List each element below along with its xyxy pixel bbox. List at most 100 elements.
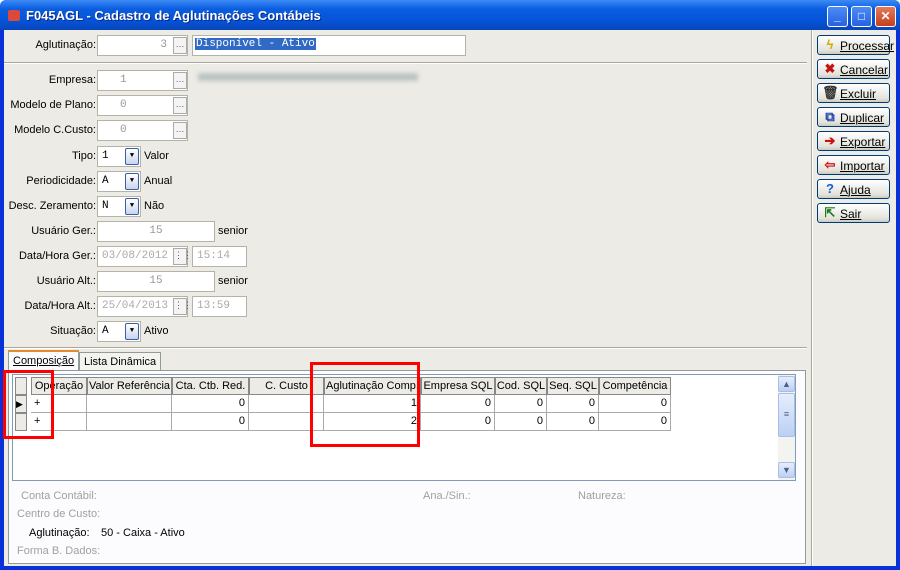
tab-label: Composição bbox=[13, 355, 75, 367]
situacao-text: Ativo bbox=[144, 325, 169, 337]
modelo-plano-lookup-button[interactable]: … bbox=[173, 97, 187, 114]
table-cell[interactable]: 0 bbox=[599, 413, 671, 431]
processar-button[interactable]: ϟ Processar bbox=[817, 35, 894, 55]
table-cell[interactable]: 0 bbox=[547, 413, 599, 431]
divider bbox=[4, 62, 807, 64]
data-hora-alt-label: Data/Hora Alt.: bbox=[24, 300, 96, 312]
usuario-ger-input[interactable]: 15 bbox=[97, 221, 215, 242]
divider bbox=[4, 347, 807, 349]
forma-dados-label: Forma B. Dados: bbox=[17, 545, 101, 557]
hora-alt-input[interactable]: 13:59 bbox=[192, 296, 247, 317]
tab-composicao[interactable]: Composição bbox=[8, 350, 80, 371]
help-icon: ? bbox=[826, 181, 834, 196]
import-icon: ⇦ bbox=[824, 157, 836, 172]
minimize-button[interactable]: _ bbox=[827, 6, 848, 27]
table-cell[interactable] bbox=[87, 413, 172, 431]
chevron-down-icon[interactable]: ▼ bbox=[125, 323, 139, 340]
cancelar-button[interactable]: ✖ Cancelar bbox=[817, 59, 890, 79]
x-icon: ✖ bbox=[824, 61, 836, 76]
excluir-button[interactable]: 🗑 Excluir bbox=[817, 83, 890, 103]
table-cell[interactable]: 0 bbox=[495, 413, 547, 431]
scroll-up-icon[interactable]: ▲ bbox=[778, 376, 795, 392]
modelo-ccusto-lookup-button[interactable]: … bbox=[173, 122, 187, 139]
empresa-lookup-button[interactable]: … bbox=[173, 72, 187, 89]
column-header[interactable]: Valor Referência bbox=[87, 377, 172, 395]
conta-contabil-label: Conta Contábil: bbox=[21, 490, 97, 502]
table-cell[interactable]: 0 bbox=[172, 395, 249, 413]
close-button[interactable]: ✕ bbox=[875, 6, 896, 27]
situacao-select[interactable]: A ▼ bbox=[97, 321, 141, 342]
button-label: Cancelar bbox=[840, 63, 889, 77]
button-label: Excluir bbox=[840, 87, 877, 101]
highlight-operacao bbox=[3, 370, 54, 439]
scroll-down-icon[interactable]: ▼ bbox=[778, 462, 795, 478]
title-bar: F045AGL - Cadastro de Aglutinações Contá… bbox=[0, 0, 900, 30]
aglutinacao-description: Disponível - Ativo bbox=[195, 38, 316, 50]
table-cell[interactable]: 0 bbox=[547, 395, 599, 413]
button-label: Importar bbox=[840, 159, 885, 173]
highlight-aglutinacao-comp bbox=[310, 362, 420, 447]
exportar-button[interactable]: ➔ Exportar bbox=[817, 131, 890, 151]
column-header[interactable]: Competência bbox=[599, 377, 671, 395]
table-cell[interactable]: 0 bbox=[421, 413, 495, 431]
tab-lista-dinamica[interactable]: Lista Dinâmica bbox=[79, 352, 162, 371]
desc-zeramento-label: Desc. Zeramento: bbox=[8, 200, 96, 212]
periodicidade-value: A bbox=[102, 175, 109, 187]
exit-icon: ⇱ bbox=[824, 205, 836, 220]
scroll-thumb[interactable]: ≡ bbox=[778, 393, 795, 437]
hora-ger-input[interactable]: 15:14 bbox=[192, 246, 247, 267]
calendar-icon[interactable]: ⋮⋮ bbox=[173, 248, 192, 265]
button-label: Sair bbox=[840, 207, 862, 221]
tipo-label: Tipo: bbox=[71, 150, 96, 162]
aglutinacao-lookup-button[interactable]: … bbox=[173, 37, 187, 54]
empresa-name-blurred bbox=[198, 73, 418, 81]
sair-button[interactable]: ⇱ Sair bbox=[817, 203, 890, 223]
modelo-plano-label: Modelo de Plano: bbox=[10, 99, 96, 111]
usuario-alt-label: Usuário Alt.: bbox=[36, 275, 96, 287]
column-header[interactable]: Seq. SQL bbox=[547, 377, 599, 395]
table-cell[interactable]: 0 bbox=[495, 395, 547, 413]
table-cell[interactable]: 0 bbox=[421, 395, 495, 413]
ajuda-button[interactable]: ? Ajuda bbox=[817, 179, 890, 199]
window-title: F045AGL - Cadastro de Aglutinações Contá… bbox=[26, 8, 321, 23]
chevron-down-icon[interactable]: ▼ bbox=[125, 148, 139, 165]
aglutinacao-detail-value: 50 - Caixa - Ativo bbox=[101, 527, 185, 539]
usuario-alt-input[interactable]: 15 bbox=[97, 271, 215, 292]
window: F045AGL - Cadastro de Aglutinações Contá… bbox=[0, 0, 900, 570]
situacao-label: Situação: bbox=[50, 325, 96, 337]
aglutinacao-detail-label: Aglutinação: bbox=[29, 527, 90, 539]
table-cell[interactable]: 0 bbox=[172, 413, 249, 431]
modelo-ccusto-label: Modelo C.Custo: bbox=[14, 124, 96, 136]
tipo-select[interactable]: 1 ▼ bbox=[97, 146, 141, 167]
empresa-label: Empresa: bbox=[48, 74, 96, 86]
column-header[interactable]: Empresa SQL bbox=[421, 377, 495, 395]
trash-icon: 🗑 bbox=[822, 85, 839, 100]
usuario-ger-label: Usuário Ger.: bbox=[31, 225, 96, 237]
table-cell[interactable] bbox=[87, 395, 172, 413]
column-header[interactable]: Cod. SQL bbox=[495, 377, 547, 395]
desc-zeramento-select[interactable]: N ▼ bbox=[97, 196, 141, 217]
tipo-text: Valor bbox=[144, 150, 169, 162]
periodicidade-text: Anual bbox=[144, 175, 173, 187]
periodicidade-select[interactable]: A ▼ bbox=[97, 171, 141, 192]
desc-zeramento-value: N bbox=[102, 200, 109, 212]
client-area: Aglutinação: 3 … Disponível - Ativo Empr… bbox=[3, 30, 896, 566]
situacao-value: A bbox=[102, 325, 109, 337]
table-cell[interactable]: 0 bbox=[599, 395, 671, 413]
chevron-down-icon[interactable]: ▼ bbox=[125, 198, 139, 215]
maximize-button[interactable]: □ bbox=[851, 6, 872, 27]
button-label: Exportar bbox=[840, 135, 886, 149]
chevron-down-icon[interactable]: ▼ bbox=[125, 173, 139, 190]
centro-custo-label: Centro de Custo: bbox=[17, 508, 101, 520]
duplicar-button[interactable]: ⧉ Duplicar bbox=[817, 107, 890, 127]
importar-button[interactable]: ⇦ Importar bbox=[817, 155, 890, 175]
vertical-scrollbar[interactable]: ▲ ≡ ▼ bbox=[778, 375, 795, 480]
calendar-icon[interactable]: ⋮⋮ bbox=[173, 298, 192, 315]
column-header[interactable]: Cta. Ctb. Red. bbox=[172, 377, 249, 395]
app-icon bbox=[8, 10, 20, 21]
ana-sin-label: Ana./Sin.: bbox=[423, 490, 471, 502]
aglutinacao-description-input[interactable]: Disponível - Ativo bbox=[192, 35, 466, 56]
lightning-icon: ϟ bbox=[826, 37, 834, 52]
button-label: Duplicar bbox=[840, 111, 885, 125]
natureza-label: Natureza: bbox=[578, 490, 626, 502]
